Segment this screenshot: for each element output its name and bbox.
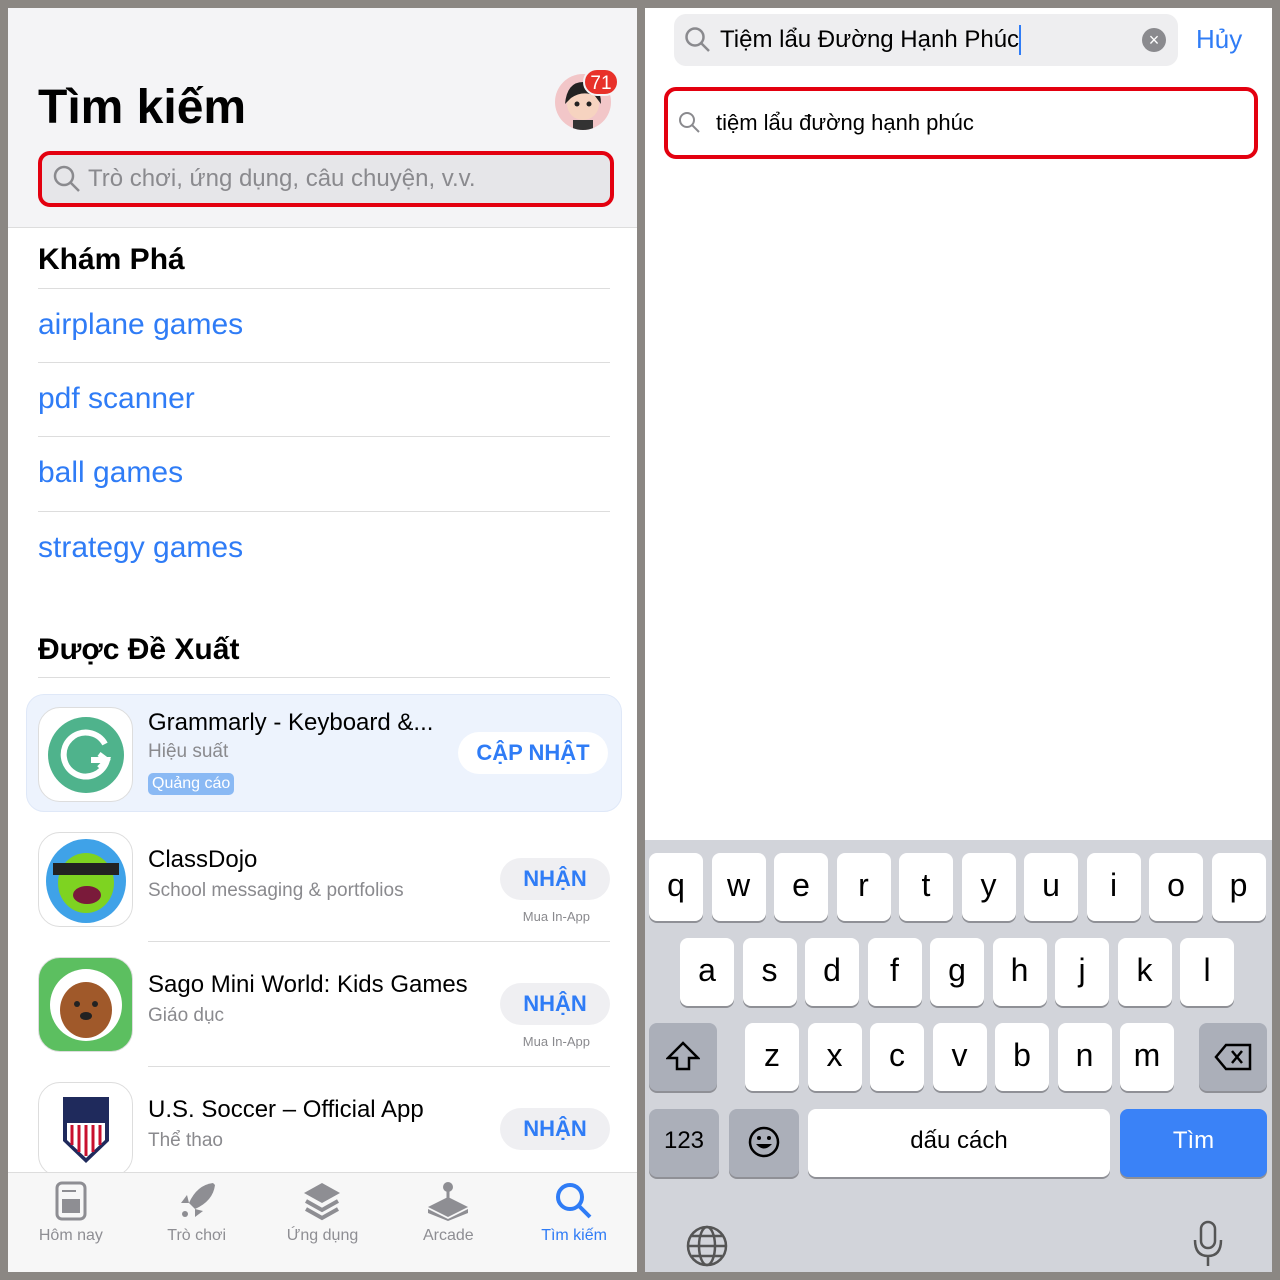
search-input[interactable]: Tiệm lẩu Đường Hạnh Phúc × [674,14,1178,66]
discover-item[interactable]: strategy games [38,531,243,565]
today-icon [55,1181,87,1221]
app-category: School messaging & portfolios [148,880,404,901]
suggestion-text: tiệm lẩu đường hạnh phúc [716,110,974,135]
backspace-key[interactable] [1199,1023,1267,1091]
sago-mini-icon [38,957,133,1052]
backspace-icon [1214,1043,1252,1071]
tab-apps[interactable]: Ứng dụng [260,1173,386,1272]
discover-title: Khám Phá [38,243,185,276]
app-item[interactable]: Grammarly - Keyboard &... Hiệu suất Quản… [38,707,610,807]
search-icon [685,27,710,52]
key-w[interactable]: w [711,853,766,921]
tab-label: Hôm nay [38,1227,103,1244]
us-soccer-icon [38,1082,133,1177]
get-button[interactable]: NHẬN [500,983,610,1025]
numbers-key[interactable]: 123 [649,1109,719,1177]
grammarly-icon [38,707,133,802]
key-m[interactable]: m [1120,1023,1174,1091]
page-title: Tìm kiếm [38,81,247,134]
key-e[interactable]: e [774,853,828,921]
key-i[interactable]: i [1086,853,1141,921]
search-icon [53,165,80,192]
layers-icon [304,1183,341,1221]
app-category: Giáo dục [148,1005,225,1026]
key-y[interactable]: y [961,853,1016,921]
key-o[interactable]: o [1149,853,1203,921]
tab-label: Arcade [422,1227,474,1244]
notification-badge: 71 [583,68,619,96]
key-f[interactable]: f [867,938,922,1006]
emoji-key[interactable] [729,1109,799,1177]
classdojo-icon [38,832,133,927]
key-b[interactable]: b [995,1023,1049,1091]
search-input[interactable]: Trò chơi, ứng dụng, câu chuyện, v.v. [38,151,614,207]
keyboard: 123 dấu cách Tìm qwertyuiop asdfghjkl zxcv… [645,840,1272,1272]
cancel-button[interactable]: Hủy [1196,24,1242,55]
tab-arcade[interactable]: Arcade [385,1173,511,1272]
tab-label: Trò chơi [167,1227,227,1244]
key-t[interactable]: t [899,853,953,921]
app-name: ClassDojo [148,846,258,873]
microphone-icon[interactable] [1191,1220,1225,1268]
key-g[interactable]: g [930,938,984,1006]
joystick-icon [428,1182,469,1221]
app-name: U.S. Soccer – Official App [148,1096,424,1123]
tab-games[interactable]: Trò chơi [134,1173,260,1272]
ad-badge: Quảng cáo [148,773,235,795]
key-j[interactable]: j [1055,938,1109,1006]
key-q[interactable]: q [649,853,703,921]
app-item[interactable]: U.S. Soccer – Official App Thể thao NHẬN [38,1082,610,1182]
key-l[interactable]: l [1180,938,1234,1006]
tab-search[interactable]: Tìm kiếm [511,1173,637,1272]
shift-icon [664,1041,702,1071]
app-category: Thể thao [148,1130,223,1151]
search-key[interactable]: Tìm [1120,1109,1267,1177]
clear-icon[interactable]: × [1142,28,1166,52]
search-placeholder: Trò chơi, ứng dụng, câu chuyện, v.v. [88,165,476,192]
key-a[interactable]: a [680,938,734,1006]
shift-key[interactable] [649,1023,717,1091]
key-r[interactable]: r [836,853,891,921]
app-store-search-screen: Tìm kiếm 71 Trò chơi, ứng dụng, câu chuy… [8,8,637,1272]
discover-item[interactable]: ball games [38,456,183,490]
app-name: Grammarly - Keyboard &... [148,709,434,736]
search-value: Tiệm lẩu Đường Hạnh Phúc [720,26,1020,53]
search-typing-screen: Tiệm lẩu Đường Hạnh Phúc × Hủy tiệm lẩu … [645,8,1272,1272]
app-category: Hiệu suất [148,741,229,762]
discover-item[interactable]: airplane games [38,308,243,342]
discover-item[interactable]: pdf scanner [38,382,195,416]
tab-label: Tìm kiếm [541,1227,607,1244]
key-d[interactable]: d [805,938,859,1006]
key-n[interactable]: n [1057,1023,1112,1091]
globe-icon[interactable] [685,1224,729,1268]
get-button[interactable]: NHẬN [500,858,610,900]
tab-bar: Hôm nay Trò chơi Ứng dụng Arcade Tìm kiế… [8,1172,637,1272]
key-v[interactable]: v [932,1023,987,1091]
search-icon [556,1183,592,1219]
key-k[interactable]: k [1117,938,1172,1006]
key-h[interactable]: h [992,938,1047,1006]
app-item[interactable]: ClassDojo School messaging & portfolios … [38,832,610,932]
search-suggestion[interactable]: tiệm lẩu đường hạnh phúc [664,87,1258,159]
key-x[interactable]: x [807,1023,862,1091]
rocket-icon [180,1183,215,1217]
space-key[interactable]: dấu cách [808,1109,1110,1177]
search-icon [679,112,700,133]
tab-label: Ứng dụng [286,1227,359,1244]
key-c[interactable]: c [870,1023,924,1091]
get-button[interactable]: NHẬN [500,1108,610,1150]
key-u[interactable]: u [1024,853,1078,921]
key-s[interactable]: s [742,938,797,1006]
in-app-purchase-note: Mua In-App [522,1034,590,1049]
tab-today[interactable]: Hôm nay [8,1173,134,1272]
key-p[interactable]: p [1211,853,1266,921]
in-app-purchase-note: Mua In-App [522,909,590,924]
key-z[interactable]: z [745,1023,799,1091]
app-item[interactable]: Sago Mini World: Kids Games Giáo dục NHẬ… [38,957,610,1057]
app-name: Sago Mini World: Kids Games [148,971,468,998]
suggested-title: Được Đề Xuất [38,633,240,666]
update-button[interactable]: CẬP NHẬT [458,732,608,774]
emoji-icon [748,1126,780,1158]
